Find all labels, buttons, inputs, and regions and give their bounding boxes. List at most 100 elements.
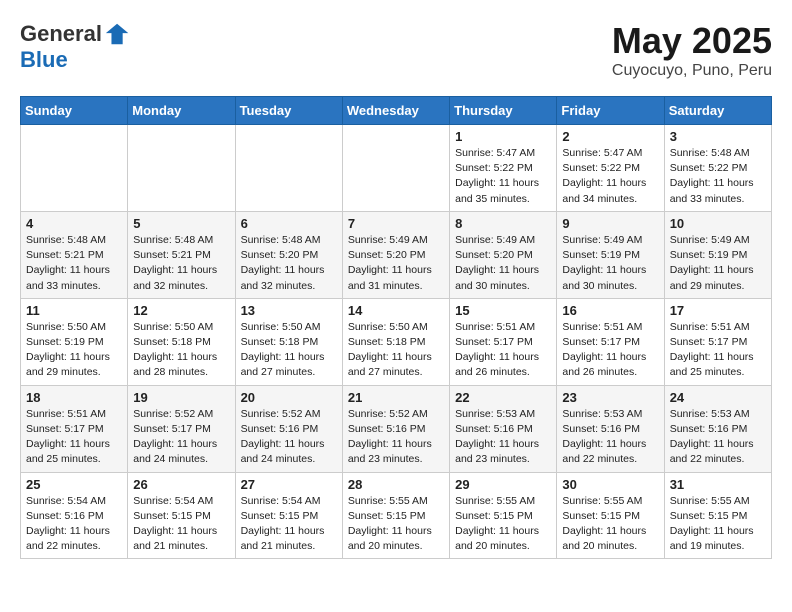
- day-number: 23: [562, 390, 658, 405]
- calendar-cell: 24 Sunrise: 5:53 AMSunset: 5:16 PMDayligh…: [664, 385, 771, 472]
- calendar-cell: 28 Sunrise: 5:55 AMSunset: 5:15 PMDayligh…: [342, 472, 449, 559]
- day-number: 27: [241, 477, 337, 492]
- day-number: 25: [26, 477, 122, 492]
- calendar-cell: [342, 125, 449, 212]
- day-number: 20: [241, 390, 337, 405]
- calendar-week-row: 25 Sunrise: 5:54 AMSunset: 5:16 PMDayligh…: [21, 472, 772, 559]
- calendar-cell: 10 Sunrise: 5:49 AMSunset: 5:19 PMDayligh…: [664, 211, 771, 298]
- day-info: Sunrise: 5:50 AMSunset: 5:18 PMDaylight:…: [348, 320, 444, 381]
- day-info: Sunrise: 5:54 AMSunset: 5:16 PMDaylight:…: [26, 494, 122, 555]
- calendar-cell: 25 Sunrise: 5:54 AMSunset: 5:16 PMDayligh…: [21, 472, 128, 559]
- day-info: Sunrise: 5:55 AMSunset: 5:15 PMDaylight:…: [455, 494, 551, 555]
- calendar-week-row: 1 Sunrise: 5:47 AMSunset: 5:22 PMDaylight…: [21, 125, 772, 212]
- logo: General Blue: [20, 20, 132, 72]
- day-info: Sunrise: 5:55 AMSunset: 5:15 PMDaylight:…: [348, 494, 444, 555]
- day-number: 28: [348, 477, 444, 492]
- calendar-cell: 21Sunrise: 5:52 AMSunset: 5:16 PMDayligh…: [342, 385, 449, 472]
- calendar-table: SundayMondayTuesdayWednesdayThursdayFrid…: [20, 96, 772, 559]
- calendar-cell: 18 Sunrise: 5:51 AMSunset: 5:17 PMDayligh…: [21, 385, 128, 472]
- day-number: 29: [455, 477, 551, 492]
- day-number: 18: [26, 390, 122, 405]
- day-info: Sunrise: 5:51 AMSunset: 5:17 PMDaylight:…: [455, 320, 551, 381]
- calendar-cell: 12Sunrise: 5:50 AMSunset: 5:18 PMDayligh…: [128, 298, 235, 385]
- calendar-cell: 7 Sunrise: 5:49 AMSunset: 5:20 PMDaylight…: [342, 211, 449, 298]
- day-info: Sunrise: 5:52 AMSunset: 5:17 PMDaylight:…: [133, 407, 229, 468]
- day-info: Sunrise: 5:48 AMSunset: 5:21 PMDaylight:…: [26, 233, 122, 294]
- weekday-header: Thursday: [450, 97, 557, 125]
- calendar-cell: 16 Sunrise: 5:51 AMSunset: 5:17 PMDayligh…: [557, 298, 664, 385]
- day-number: 5: [133, 216, 229, 231]
- day-info: Sunrise: 5:51 AMSunset: 5:17 PMDaylight:…: [26, 407, 122, 468]
- weekday-header: Tuesday: [235, 97, 342, 125]
- calendar-cell: 9Sunrise: 5:49 AMSunset: 5:19 PMDaylight…: [557, 211, 664, 298]
- weekday-header-row: SundayMondayTuesdayWednesdayThursdayFrid…: [21, 97, 772, 125]
- day-info: Sunrise: 5:55 AMSunset: 5:15 PMDaylight:…: [562, 494, 658, 555]
- day-number: 7: [348, 216, 444, 231]
- day-number: 10: [670, 216, 766, 231]
- day-info: Sunrise: 5:51 AMSunset: 5:17 PMDaylight:…: [562, 320, 658, 381]
- weekday-header: Saturday: [664, 97, 771, 125]
- calendar-cell: 14Sunrise: 5:50 AMSunset: 5:18 PMDayligh…: [342, 298, 449, 385]
- day-number: 6: [241, 216, 337, 231]
- day-info: Sunrise: 5:51 AMSunset: 5:17 PMDaylight:…: [670, 320, 766, 381]
- day-number: 13: [241, 303, 337, 318]
- day-info: Sunrise: 5:49 AMSunset: 5:19 PMDaylight:…: [670, 233, 766, 294]
- day-info: Sunrise: 5:49 AMSunset: 5:19 PMDaylight:…: [562, 233, 658, 294]
- day-number: 8: [455, 216, 551, 231]
- day-number: 16: [562, 303, 658, 318]
- day-number: 3: [670, 129, 766, 144]
- day-info: Sunrise: 5:48 AMSunset: 5:22 PMDaylight:…: [670, 146, 766, 207]
- day-info: Sunrise: 5:48 AMSunset: 5:21 PMDaylight:…: [133, 233, 229, 294]
- day-number: 31: [670, 477, 766, 492]
- calendar-cell: 19 Sunrise: 5:52 AMSunset: 5:17 PMDayligh…: [128, 385, 235, 472]
- calendar-cell: 22 Sunrise: 5:53 AMSunset: 5:16 PMDayligh…: [450, 385, 557, 472]
- day-info: Sunrise: 5:48 AMSunset: 5:20 PMDaylight:…: [241, 233, 337, 294]
- logo-icon: [104, 20, 132, 48]
- calendar-cell: 20 Sunrise: 5:52 AMSunset: 5:16 PMDayligh…: [235, 385, 342, 472]
- day-number: 15: [455, 303, 551, 318]
- day-info: Sunrise: 5:50 AMSunset: 5:18 PMDaylight:…: [133, 320, 229, 381]
- calendar-cell: 26 Sunrise: 5:54 AMSunset: 5:15 PMDayligh…: [128, 472, 235, 559]
- day-info: Sunrise: 5:49 AMSunset: 5:20 PMDaylight:…: [348, 233, 444, 294]
- calendar-cell: 3 Sunrise: 5:48 AMSunset: 5:22 PMDaylight…: [664, 125, 771, 212]
- day-info: Sunrise: 5:50 AMSunset: 5:19 PMDaylight:…: [26, 320, 122, 381]
- logo-blue: Blue: [20, 48, 132, 72]
- calendar-cell: 30 Sunrise: 5:55 AMSunset: 5:15 PMDayligh…: [557, 472, 664, 559]
- weekday-header: Monday: [128, 97, 235, 125]
- calendar-cell: 29 Sunrise: 5:55 AMSunset: 5:15 PMDayligh…: [450, 472, 557, 559]
- calendar-week-row: 11 Sunrise: 5:50 AMSunset: 5:19 PMDayligh…: [21, 298, 772, 385]
- calendar-cell: 2 Sunrise: 5:47 AMSunset: 5:22 PMDaylight…: [557, 125, 664, 212]
- day-info: Sunrise: 5:47 AMSunset: 5:22 PMDaylight:…: [562, 146, 658, 207]
- day-info: Sunrise: 5:53 AMSunset: 5:16 PMDaylight:…: [562, 407, 658, 468]
- day-number: 11: [26, 303, 122, 318]
- calendar-cell: 4 Sunrise: 5:48 AMSunset: 5:21 PMDaylight…: [21, 211, 128, 298]
- location: Cuyocuyo, Puno, Peru: [612, 62, 772, 80]
- day-info: Sunrise: 5:50 AMSunset: 5:18 PMDaylight:…: [241, 320, 337, 381]
- day-number: 24: [670, 390, 766, 405]
- weekday-header: Sunday: [21, 97, 128, 125]
- logo-general: General: [20, 22, 102, 46]
- calendar-cell: 17Sunrise: 5:51 AMSunset: 5:17 PMDayligh…: [664, 298, 771, 385]
- day-info: Sunrise: 5:52 AMSunset: 5:16 PMDaylight:…: [241, 407, 337, 468]
- calendar-cell: [21, 125, 128, 212]
- day-number: 30: [562, 477, 658, 492]
- day-number: 19: [133, 390, 229, 405]
- calendar-cell: [128, 125, 235, 212]
- day-info: Sunrise: 5:54 AMSunset: 5:15 PMDaylight:…: [241, 494, 337, 555]
- calendar-cell: 23 Sunrise: 5:53 AMSunset: 5:16 PMDayligh…: [557, 385, 664, 472]
- day-number: 22: [455, 390, 551, 405]
- calendar-week-row: 18 Sunrise: 5:51 AMSunset: 5:17 PMDayligh…: [21, 385, 772, 472]
- calendar-cell: 27 Sunrise: 5:54 AMSunset: 5:15 PMDayligh…: [235, 472, 342, 559]
- calendar-cell: 13 Sunrise: 5:50 AMSunset: 5:18 PMDayligh…: [235, 298, 342, 385]
- day-number: 1: [455, 129, 551, 144]
- day-number: 2: [562, 129, 658, 144]
- day-info: Sunrise: 5:54 AMSunset: 5:15 PMDaylight:…: [133, 494, 229, 555]
- day-info: Sunrise: 5:47 AMSunset: 5:22 PMDaylight:…: [455, 146, 551, 207]
- day-info: Sunrise: 5:53 AMSunset: 5:16 PMDaylight:…: [670, 407, 766, 468]
- day-number: 21: [348, 390, 444, 405]
- day-info: Sunrise: 5:55 AMSunset: 5:15 PMDaylight:…: [670, 494, 766, 555]
- day-number: 26: [133, 477, 229, 492]
- day-info: Sunrise: 5:53 AMSunset: 5:16 PMDaylight:…: [455, 407, 551, 468]
- calendar-week-row: 4 Sunrise: 5:48 AMSunset: 5:21 PMDaylight…: [21, 211, 772, 298]
- day-number: 4: [26, 216, 122, 231]
